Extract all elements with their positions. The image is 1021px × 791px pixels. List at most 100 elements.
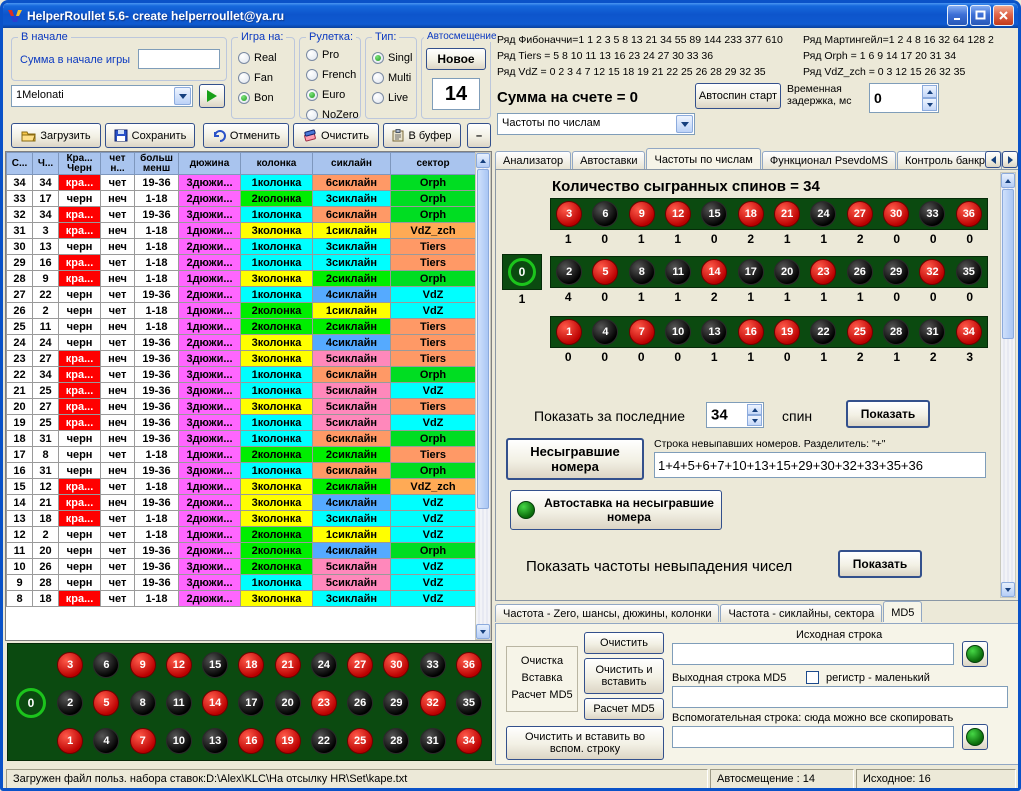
bet-cell-1[interactable]: 1 xyxy=(52,724,88,758)
number-chip-15[interactable]: 15 xyxy=(202,652,228,678)
bet-cell-10[interactable]: 10 xyxy=(161,724,197,758)
spin-up-icon[interactable] xyxy=(922,85,937,98)
bet-cell-21[interactable]: 21 xyxy=(270,648,306,682)
number-chip-7[interactable]: 7 xyxy=(130,728,156,754)
bet-cell-15[interactable]: 15 xyxy=(197,648,233,682)
bet-cell-3[interactable]: 3 xyxy=(52,648,88,682)
number-chip-2[interactable]: 2 xyxy=(57,690,83,716)
number-chip-28[interactable]: 28 xyxy=(383,728,409,754)
bet-cell-36[interactable]: 36 xyxy=(451,648,487,682)
main-tab-2[interactable]: Частоты по числам xyxy=(646,148,760,169)
bet-cell-11[interactable]: 11 xyxy=(161,686,197,720)
radio-circle-icon[interactable] xyxy=(238,52,250,64)
scroll-down-icon[interactable] xyxy=(1001,582,1015,597)
number-chip-31[interactable]: 31 xyxy=(420,728,446,754)
clear-button[interactable]: Очистить xyxy=(293,123,379,148)
number-chip-36[interactable]: 36 xyxy=(456,652,482,678)
number-chip-12[interactable]: 12 xyxy=(166,652,192,678)
save-button[interactable]: Сохранить xyxy=(105,123,195,148)
chevron-down-icon[interactable] xyxy=(174,87,191,105)
bet-cell-26[interactable]: 26 xyxy=(342,686,378,720)
unplayed-input[interactable] xyxy=(654,452,986,478)
minimize-button[interactable] xyxy=(947,5,968,26)
bottom-tab-1[interactable]: Частота - сиклайны, сектора xyxy=(720,604,882,622)
radio-circle-icon[interactable] xyxy=(238,92,250,104)
radio-pro[interactable]: Pro xyxy=(300,45,360,65)
number-chip-23[interactable]: 23 xyxy=(311,690,337,716)
number-chip-27[interactable]: 27 xyxy=(347,652,373,678)
radio-singl[interactable]: Singl xyxy=(366,48,416,68)
maximize-button[interactable] xyxy=(970,5,991,26)
radio-multi[interactable]: Multi xyxy=(366,68,416,88)
radio-french[interactable]: French xyxy=(300,65,360,85)
radio-circle-icon[interactable] xyxy=(372,72,384,84)
number-chip-5[interactable]: 5 xyxy=(93,690,119,716)
undo-button[interactable]: Отменить xyxy=(203,123,289,148)
number-chip-3[interactable]: 3 xyxy=(57,652,83,678)
load-button[interactable]: Загрузить xyxy=(11,123,101,148)
scroll-down-icon[interactable] xyxy=(476,624,490,639)
bet-cell-34[interactable]: 34 xyxy=(451,724,487,758)
spin-down-icon[interactable] xyxy=(922,98,937,111)
preset-combo[interactable]: 1Melonati xyxy=(11,85,193,107)
number-chip-1[interactable]: 1 xyxy=(57,728,83,754)
number-chip-11[interactable]: 11 xyxy=(166,690,192,716)
bottom-tab-2[interactable]: MD5 xyxy=(883,601,922,622)
radio-bon[interactable]: Bon xyxy=(232,88,294,108)
radio-live[interactable]: Live xyxy=(366,88,416,108)
number-chip-30[interactable]: 30 xyxy=(383,652,409,678)
unplayed-numbers-button[interactable]: Несыгравшие номера xyxy=(506,438,644,480)
spin-down-icon[interactable] xyxy=(747,415,762,426)
bet-cell-19[interactable]: 19 xyxy=(270,724,306,758)
bet-cell-33[interactable]: 33 xyxy=(415,648,451,682)
number-chip-19[interactable]: 19 xyxy=(275,728,301,754)
number-chip-9[interactable]: 9 xyxy=(130,652,156,678)
bet-cell-32[interactable]: 32 xyxy=(415,686,451,720)
scrollbar-thumb[interactable] xyxy=(1002,189,1014,339)
frequency-scrollbar[interactable] xyxy=(1000,172,1016,598)
noshow-show-button[interactable]: Показать xyxy=(838,550,922,578)
number-chip-6[interactable]: 6 xyxy=(93,652,119,678)
md5-clear-paste-helper-button[interactable]: Очистить и вставить во вспом. строку xyxy=(506,726,664,760)
collapse-button[interactable]: – xyxy=(467,123,491,148)
bet-cell-23[interactable]: 23 xyxy=(306,686,342,720)
number-chip-34[interactable]: 34 xyxy=(456,728,482,754)
radio-circle-icon[interactable] xyxy=(238,72,250,84)
radio-fan[interactable]: Fan xyxy=(232,68,294,88)
scroll-up-icon[interactable] xyxy=(1001,173,1015,188)
main-tab-0[interactable]: Анализатор xyxy=(495,151,571,169)
md5-helper-input[interactable] xyxy=(672,726,954,748)
md5-calc-button[interactable]: Расчет MD5 xyxy=(584,698,664,720)
bet-cell-12[interactable]: 12 xyxy=(161,648,197,682)
bottom-tab-0[interactable]: Частота - Zero, шансы, дюжины, колонки xyxy=(495,604,719,622)
number-chip-13[interactable]: 13 xyxy=(202,728,228,754)
scroll-up-icon[interactable] xyxy=(476,153,490,168)
radio-circle-icon[interactable] xyxy=(306,69,318,81)
md5-clear-button[interactable]: Очистить xyxy=(584,632,664,654)
number-chip-16[interactable]: 16 xyxy=(238,728,264,754)
bet-cell-7[interactable]: 7 xyxy=(125,724,161,758)
delay-spinner[interactable]: 0 xyxy=(869,83,939,113)
bet-cell-31[interactable]: 31 xyxy=(415,724,451,758)
number-chip-33[interactable]: 33 xyxy=(420,652,446,678)
number-chip-14[interactable]: 14 xyxy=(202,690,228,716)
number-chip-32[interactable]: 32 xyxy=(420,690,446,716)
show-last-spinner[interactable]: 34 xyxy=(706,402,764,428)
md5-helper-led-button[interactable] xyxy=(962,724,988,750)
radio-nozero[interactable]: NoZero xyxy=(300,105,360,125)
autobet-button[interactable]: Автоставка на несыгравшие номера xyxy=(510,490,722,530)
md5-output-input[interactable] xyxy=(672,686,1008,708)
number-chip-18[interactable]: 18 xyxy=(238,652,264,678)
mode-combo[interactable]: Частоты по числам xyxy=(497,113,695,135)
bet-cell-18[interactable]: 18 xyxy=(233,648,269,682)
radio-circle-icon[interactable] xyxy=(372,92,384,104)
bet-cell-27[interactable]: 27 xyxy=(342,648,378,682)
autospin-start-button[interactable]: Автоспин старт xyxy=(695,83,781,109)
number-chip-20[interactable]: 20 xyxy=(275,690,301,716)
number-chip-29[interactable]: 29 xyxy=(383,690,409,716)
bet-cell-8[interactable]: 8 xyxy=(125,686,161,720)
tab-scroll-right-button[interactable] xyxy=(1002,151,1018,168)
number-chip-35[interactable]: 35 xyxy=(456,690,482,716)
number-chip-25[interactable]: 25 xyxy=(347,728,373,754)
number-chip-17[interactable]: 17 xyxy=(238,690,264,716)
